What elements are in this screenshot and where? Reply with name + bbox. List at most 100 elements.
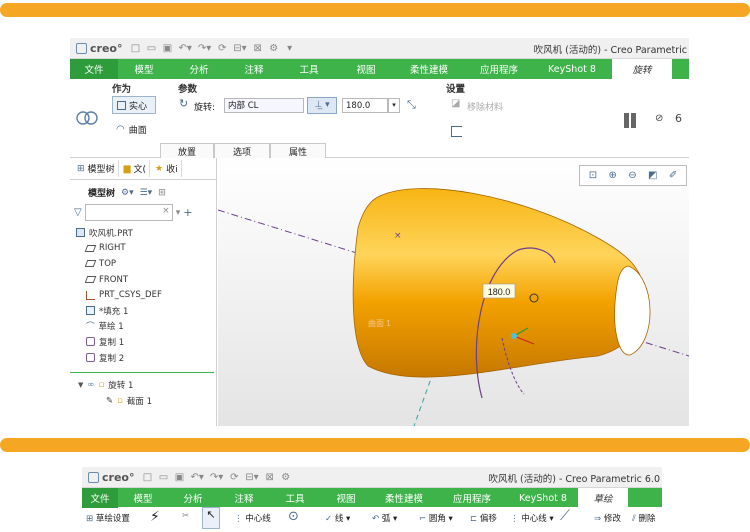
tree-item-top[interactable]: TOP [76, 256, 214, 272]
new-file-icon[interactable]: □ [130, 43, 140, 54]
angle-dropdown-arrow[interactable]: ▾ [388, 98, 400, 113]
regenerate-icon[interactable]: ⟳ [217, 43, 227, 54]
revolve-3d-model: 180.0 曲面 1 × [218, 188, 689, 426]
menu-file[interactable]: 文件 [82, 488, 118, 508]
select-pointer-button[interactable]: ↖ [202, 507, 220, 529]
axis-reference-field[interactable]: 内部 CL [224, 98, 304, 113]
line-button[interactable]: ✓ 线 ▾ [325, 512, 350, 524]
menu-applications[interactable]: 应用程序 [464, 59, 534, 79]
customize-icon[interactable]: ▾ [285, 43, 295, 54]
tree-item-copy2[interactable]: 复制 2 [76, 350, 214, 366]
settings-icon[interactable]: ⚙ [269, 43, 279, 54]
tree-item-right[interactable]: RIGHT [76, 241, 214, 257]
angle-dimension-text[interactable]: 180.0 [488, 287, 511, 297]
windows-icon[interactable]: ⊟▾ [233, 43, 246, 54]
tab-properties[interactable]: 属性 [270, 143, 326, 158]
thicken-icon[interactable] [451, 126, 462, 137]
close-window-icon[interactable]: ⊠ [253, 43, 263, 54]
menu-analysis[interactable]: 分析 [168, 488, 218, 508]
windows-icon[interactable]: ⊟▾ [245, 472, 258, 483]
sketch-setup-button[interactable]: ⊞ 草绘设置 [86, 512, 130, 524]
tree-item-fill[interactable]: *填充 1 [76, 303, 214, 319]
tab-options[interactable]: 选项 [214, 143, 270, 158]
fillet-button[interactable]: ⌐ 圆角 ▾ [419, 512, 453, 524]
search-dropdown-icon[interactable]: ▾ [176, 208, 181, 218]
pause-button[interactable] [624, 113, 636, 128]
offset-button[interactable]: ⊏ 偏移 [470, 512, 497, 524]
centerline-button[interactable]: ⋮ 中心线 [234, 512, 271, 524]
menu-model[interactable]: 模型 [118, 59, 170, 79]
window-title: 吹风机 (活动的) - Creo Parametric [533, 45, 687, 56]
collapse-arrow-icon[interactable]: ▼ [78, 381, 83, 389]
open-icon[interactable]: ▭ [158, 472, 168, 483]
menu-view[interactable]: 视图 [320, 488, 372, 508]
tree-item-section[interactable]: ✎ ▫ 截面 1 [106, 393, 152, 409]
undo-icon[interactable]: ↶▾ [178, 43, 191, 54]
menu-sketch[interactable]: 草绘 [578, 488, 628, 508]
datum-plane-icon [84, 276, 97, 284]
tree-filter-icon[interactable]: ⊞ [158, 188, 166, 198]
no-preview-icon[interactable]: ⊘ [655, 113, 663, 124]
tree-item-copy1[interactable]: 复制 1 [76, 334, 214, 350]
tree-item-revolve[interactable]: ▼ ∞ ▫ 旋转 1 [78, 377, 133, 393]
save-icon[interactable]: ▣ [162, 43, 172, 54]
redo-icon[interactable]: ↷▾ [198, 43, 211, 54]
solid-button[interactable]: 实心 [112, 96, 156, 114]
redo-icon[interactable]: ↷▾ [210, 472, 223, 483]
save-icon[interactable]: ▣ [174, 472, 184, 483]
menu-keyshot[interactable]: KeyShot 8 [508, 488, 578, 508]
menu-annotate[interactable]: 注释 [228, 59, 280, 79]
tab-file-browser[interactable]: ▆ 文( [121, 160, 150, 177]
settings-icon[interactable]: ⚙ [281, 472, 291, 483]
menu-flexible-modeling[interactable]: 柔性建模 [394, 59, 464, 79]
menu-keyshot[interactable]: KeyShot 8 [534, 59, 610, 79]
menu-flexible-modeling[interactable]: 柔性建模 [372, 488, 436, 508]
tree-item-csys[interactable]: PRT_CSYS_DEF [76, 287, 214, 303]
model-tree-menu[interactable]: 模型树 [88, 186, 115, 199]
menu-view[interactable]: 视图 [338, 59, 394, 79]
menu-tools[interactable]: 工具 [280, 59, 338, 79]
modify-button[interactable]: ⇒ 修改 [594, 512, 621, 524]
open-icon[interactable]: ▭ [146, 43, 156, 54]
insert-here-divider [70, 372, 214, 373]
delete-segment-button[interactable]: ⫽ 删除 [632, 512, 656, 524]
arc-button[interactable]: ↶ 弧 ▾ [372, 512, 397, 524]
menu-model[interactable]: 模型 [118, 488, 168, 508]
graphics-viewport[interactable]: ⊡ ⊕ ⊖ ◩ ✐ 180.0 曲面 1 × [218, 158, 689, 426]
tree-search-input[interactable]: × [84, 204, 173, 221]
dimension-icon[interactable]: ⟋ [560, 508, 582, 530]
tree-item-sketch[interactable]: ⌒ 草绘 1 [76, 319, 214, 335]
menu-revolve[interactable]: 旋转 [612, 59, 672, 79]
close-window-icon[interactable]: ⊠ [265, 472, 275, 483]
flip-direction-icon[interactable]: ⤡ [407, 98, 416, 112]
remove-material-button[interactable]: 移除材料 [467, 100, 503, 113]
reference-icon[interactable]: ⚡ [150, 509, 160, 525]
menu-analysis[interactable]: 分析 [170, 59, 228, 79]
menu-tools[interactable]: 工具 [270, 488, 320, 508]
regenerate-icon[interactable]: ⟳ [229, 472, 239, 483]
group-params-label: 参数 [178, 84, 198, 95]
menu-file[interactable]: 文件 [70, 59, 118, 79]
tab-favorites[interactable]: ★ 收i [152, 160, 182, 177]
surface-button[interactable]: ◠ 曲面 [116, 123, 147, 136]
clear-search-icon[interactable]: × [162, 206, 170, 216]
tab-placement[interactable]: 放置 [160, 143, 214, 158]
angle-input[interactable]: 180.0 [342, 98, 388, 113]
add-filter-icon[interactable]: + [183, 206, 192, 219]
tree-item-part[interactable]: 吹风机.PRT [76, 225, 214, 241]
tab-model-tree[interactable]: ⊞ 模型树 [74, 160, 119, 177]
preview-icon[interactable]: 6 [675, 112, 682, 125]
rotate-label: 旋转: [194, 103, 216, 113]
menu-applications[interactable]: 应用程序 [436, 488, 508, 508]
menu-annotate[interactable]: 注释 [218, 488, 270, 508]
show-menu-icon[interactable]: ☰▾ [140, 188, 153, 198]
undo-icon[interactable]: ↶▾ [190, 472, 203, 483]
construction-icon[interactable]: ⊙ [288, 509, 299, 524]
tree-item-front[interactable]: FRONT [76, 272, 214, 288]
new-file-icon[interactable]: □ [142, 472, 152, 483]
angle-type-dropdown[interactable]: ⊥̲ ▾ [307, 97, 337, 114]
group-settings-label: 设置 [446, 84, 466, 95]
centerline-2-button[interactable]: ⋮ 中心线 ▾ [510, 512, 554, 524]
cut-icon[interactable]: ✂ [182, 511, 189, 521]
tree-settings-icon[interactable]: ⚙▾ [121, 188, 134, 198]
